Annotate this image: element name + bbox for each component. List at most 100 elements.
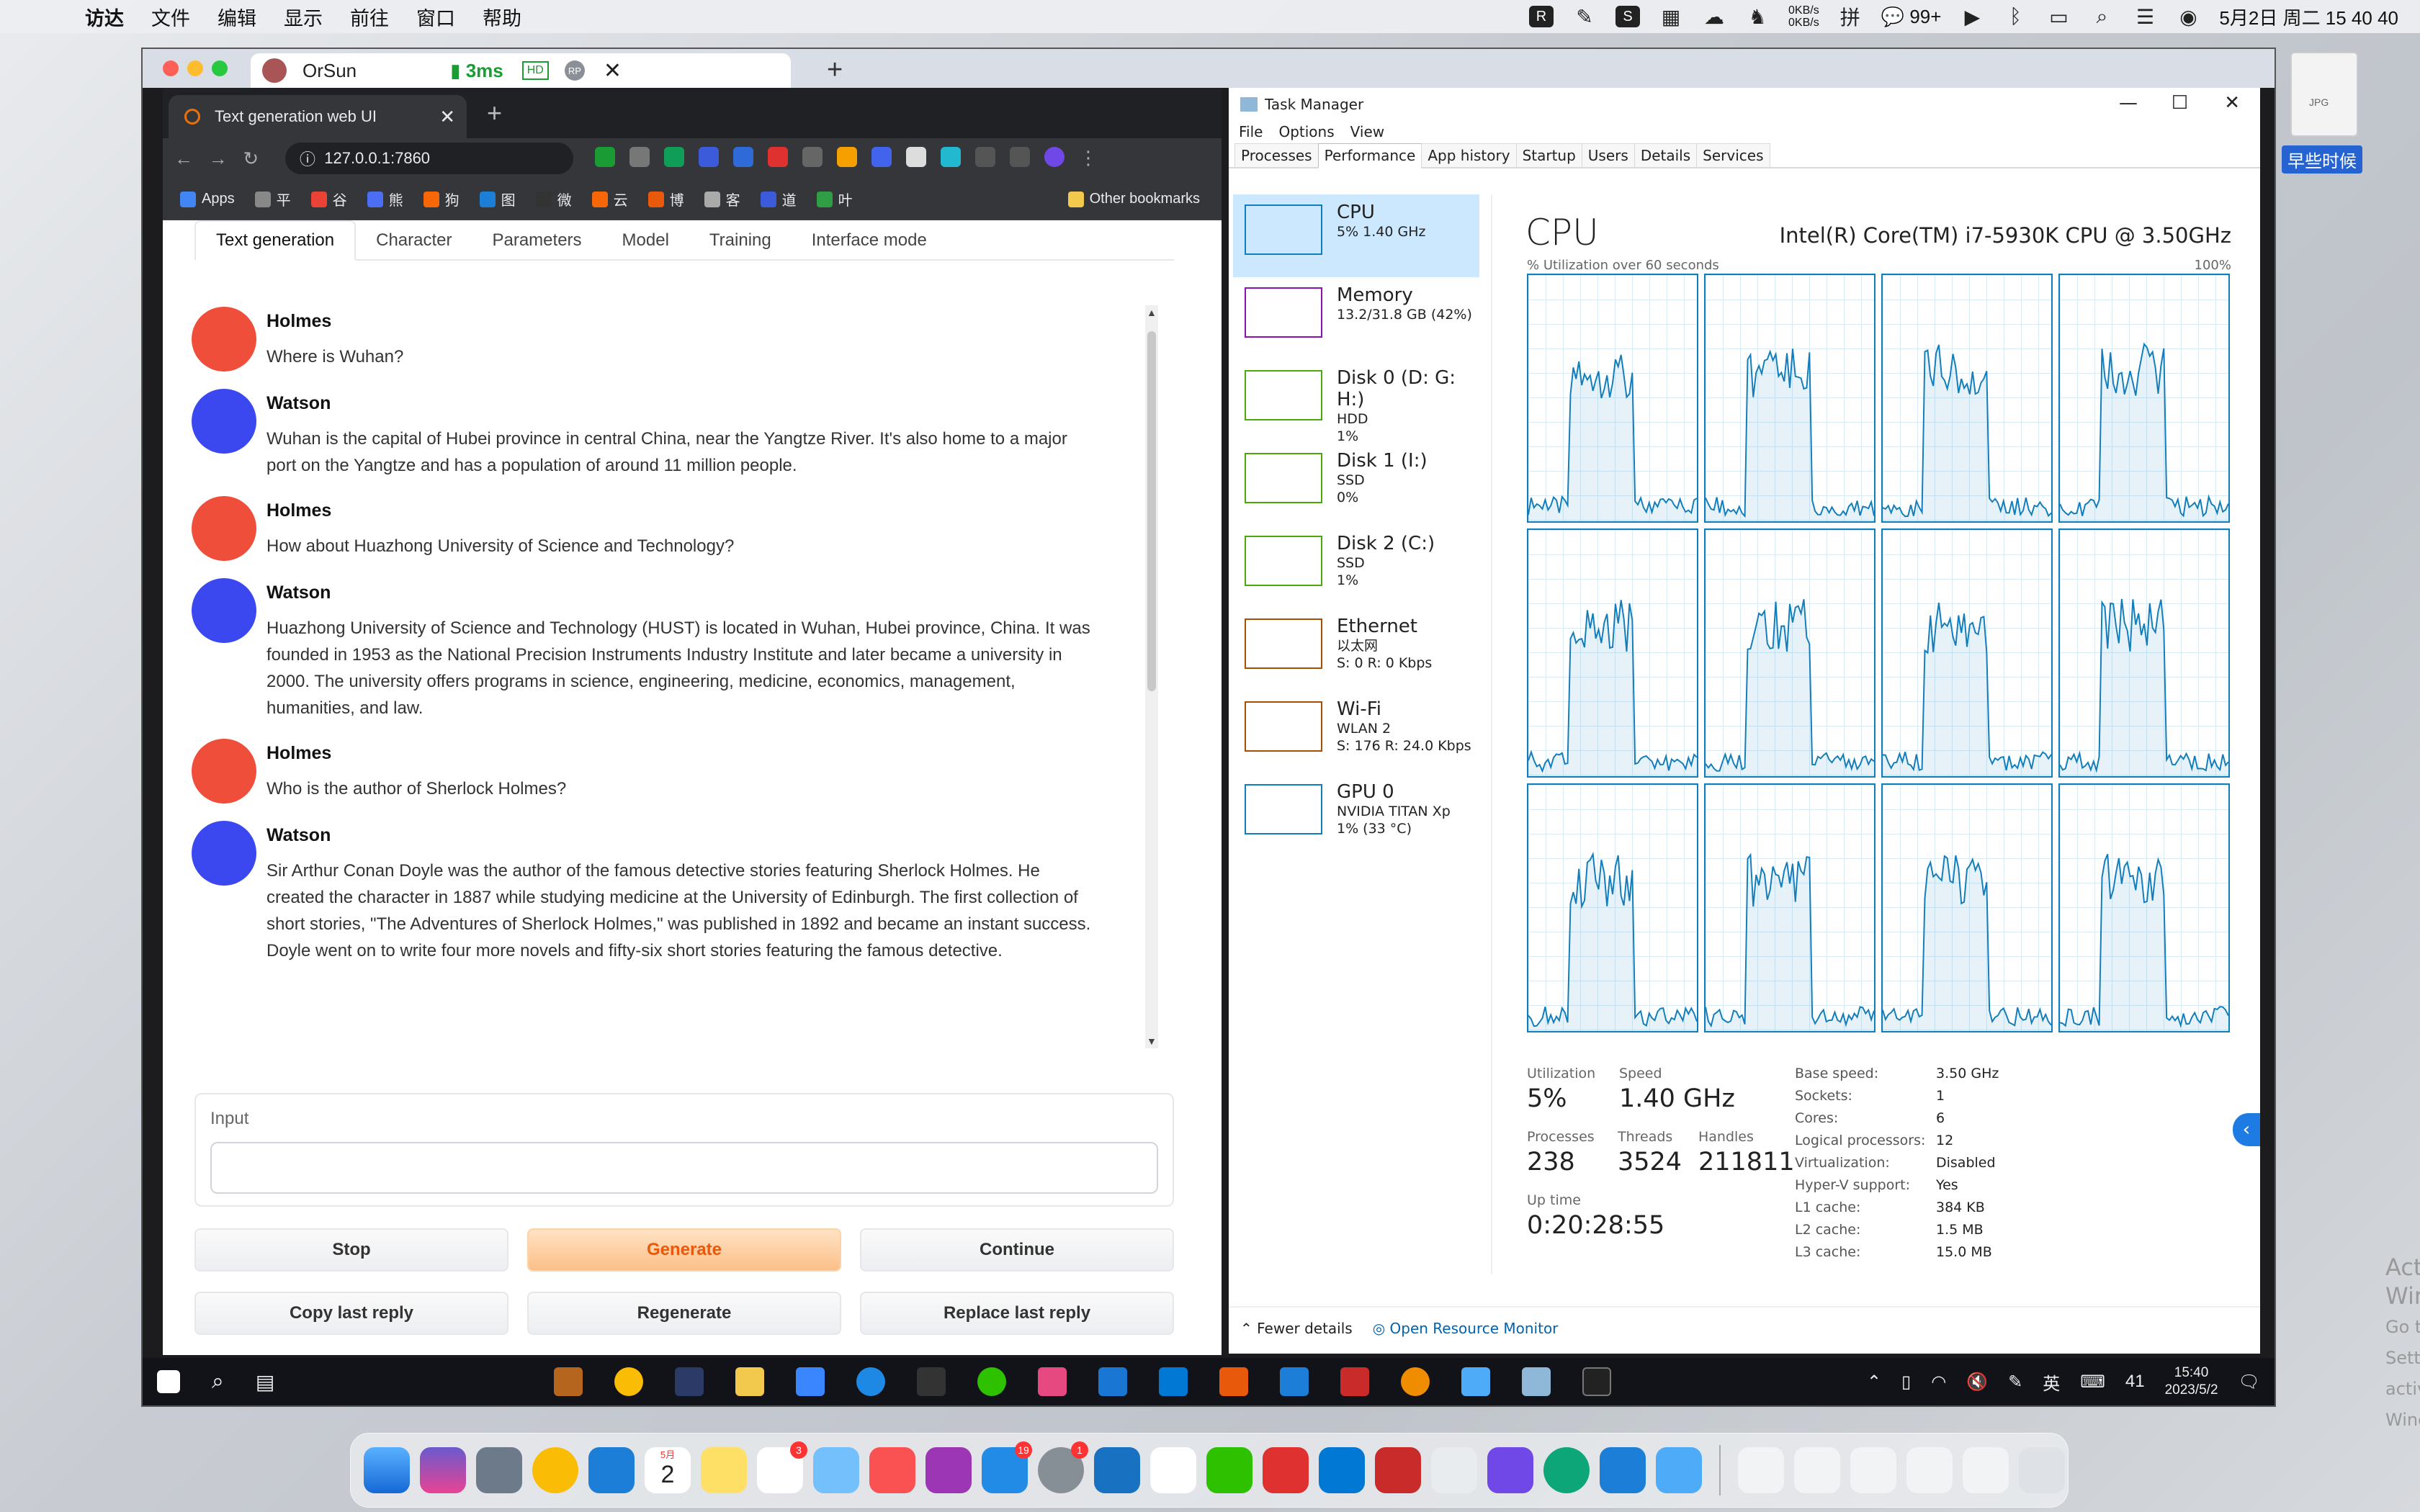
close-icon[interactable]: ✕ bbox=[2224, 92, 2240, 114]
info-icon[interactable]: ⓘ bbox=[300, 147, 324, 170]
extension-icon[interactable] bbox=[664, 147, 684, 167]
search-app-icon[interactable] bbox=[1401, 1367, 1430, 1396]
other-bookmarks[interactable]: Other bookmarks bbox=[1067, 191, 1200, 207]
bookmark-item[interactable]: 狗 bbox=[423, 189, 460, 210]
control-center-icon[interactable]: ☰ bbox=[2133, 6, 2157, 28]
siri-icon[interactable]: ◉ bbox=[2176, 6, 2200, 28]
profile-icon[interactable] bbox=[1044, 147, 1065, 167]
qq-icon[interactable] bbox=[1150, 1447, 1196, 1493]
wechat-menubar[interactable]: 💬 99+ bbox=[1881, 6, 1942, 28]
chat-history[interactable]: Holmes Where is Wuhan? Watson Wuhan is the … bbox=[192, 307, 1157, 1056]
app-store-icon[interactable]: 19 bbox=[982, 1441, 1032, 1493]
s-app-icon[interactable]: S bbox=[1615, 6, 1641, 27]
minimize-window-icon[interactable] bbox=[187, 60, 203, 76]
menu-help[interactable]: 帮助 bbox=[483, 3, 521, 31]
chrome-icon[interactable] bbox=[614, 1367, 644, 1396]
bookmark-item[interactable]: 客 bbox=[704, 189, 740, 210]
bookmark-item[interactable]: 谷 bbox=[310, 189, 347, 210]
battery-icon[interactable]: ▭ bbox=[2046, 6, 2071, 28]
extension-icon[interactable] bbox=[733, 147, 753, 167]
taskbar-clock[interactable]: 15:40 2023/5/2 bbox=[2165, 1364, 2218, 1399]
maps-icon[interactable] bbox=[813, 1447, 859, 1493]
matlab-icon[interactable] bbox=[1219, 1367, 1249, 1396]
notifications-icon[interactable]: 🗨 bbox=[2238, 1372, 2260, 1392]
cloud-icon[interactable]: ☁ bbox=[1702, 6, 1726, 28]
tab-interface-mode[interactable]: Interface mode bbox=[792, 220, 947, 261]
menu-window[interactable]: 窗口 bbox=[416, 3, 455, 31]
remote-desktop-icon[interactable] bbox=[1656, 1447, 1702, 1493]
document-icon[interactable] bbox=[1794, 1447, 1840, 1493]
music-icon[interactable] bbox=[869, 1447, 915, 1493]
finder-icon[interactable] bbox=[364, 1447, 410, 1493]
podcasts-icon[interactable] bbox=[926, 1447, 972, 1493]
bookmark-item[interactable]: 云 bbox=[591, 189, 628, 210]
app-icon[interactable] bbox=[675, 1367, 704, 1396]
scrollbar-thumb[interactable] bbox=[1147, 331, 1156, 691]
remote-session-tab[interactable]: OrSun ▮ 3ms HD RP ✕ bbox=[251, 53, 791, 88]
obsidian-icon[interactable] bbox=[1487, 1447, 1533, 1493]
extension-icon[interactable] bbox=[871, 147, 892, 167]
bookmark-item[interactable]: 博 bbox=[647, 189, 684, 210]
bookmark-item[interactable]: 道 bbox=[760, 189, 797, 210]
document-icon[interactable] bbox=[1850, 1447, 1896, 1493]
wechat-icon[interactable] bbox=[1206, 1447, 1252, 1493]
perf-item-memory[interactable]: Memory 13.2/31.8 GB (42%) bbox=[1233, 277, 1479, 360]
maximize-window-icon[interactable] bbox=[212, 60, 228, 76]
calendar-icon[interactable]: 5月 2 bbox=[645, 1447, 691, 1493]
task-manager-taskbar-icon[interactable] bbox=[1522, 1367, 1551, 1396]
wechat-icon[interactable] bbox=[977, 1367, 1007, 1396]
app-icon[interactable] bbox=[1461, 1367, 1491, 1396]
tab-services[interactable]: Services bbox=[1696, 143, 1770, 167]
store-icon[interactable] bbox=[796, 1367, 825, 1396]
file-explorer-icon[interactable] bbox=[735, 1367, 765, 1396]
perf-item-disk-1-i[interactable]: Disk 1 (I:) SSD 0% bbox=[1233, 443, 1479, 526]
minimize-icon[interactable]: — bbox=[2119, 92, 2138, 114]
layout-icon[interactable]: ▦ bbox=[1659, 6, 1683, 28]
chat-scrollbar[interactable]: ▲ ▼ bbox=[1145, 305, 1158, 1048]
document-icon[interactable] bbox=[1738, 1447, 1784, 1493]
dictionary-icon[interactable] bbox=[1094, 1447, 1140, 1493]
extension-icon[interactable] bbox=[941, 147, 961, 167]
menu-app-name[interactable]: 访达 bbox=[85, 3, 124, 31]
back-icon[interactable]: ← bbox=[174, 148, 193, 170]
perf-item-gpu-0[interactable]: GPU 0 NVIDIA TITAN Xp 1% (33 °C) bbox=[1233, 774, 1479, 857]
bookmark-item[interactable]: 平 bbox=[254, 189, 291, 210]
reload-icon[interactable]: ↻ bbox=[243, 148, 259, 170]
qq-icon[interactable] bbox=[917, 1367, 946, 1396]
chrome-icon[interactable] bbox=[532, 1447, 578, 1493]
tab-processes[interactable]: Processes bbox=[1234, 143, 1319, 167]
input-method-icon[interactable]: 拼 bbox=[1838, 6, 1863, 29]
regenerate-button[interactable]: Regenerate bbox=[527, 1292, 841, 1335]
system-settings-icon[interactable]: 1 bbox=[1038, 1441, 1088, 1493]
menu-file[interactable]: 文件 bbox=[151, 3, 190, 31]
wifi-icon[interactable]: ◠ bbox=[1931, 1372, 1946, 1392]
fewer-details-button[interactable]: ⌃ Fewer details bbox=[1240, 1320, 1353, 1337]
vscode-icon[interactable] bbox=[1319, 1447, 1365, 1493]
perf-item-cpu[interactable]: CPU 5% 1.40 GHz bbox=[1233, 194, 1479, 277]
vscode-icon[interactable] bbox=[1159, 1367, 1188, 1396]
app-icon[interactable] bbox=[1340, 1367, 1370, 1396]
keyboard-icon[interactable]: ⌨ bbox=[2080, 1372, 2105, 1392]
forward-icon[interactable]: → bbox=[209, 148, 228, 170]
bookmark-apps[interactable]: Apps bbox=[180, 191, 235, 207]
edge-icon[interactable] bbox=[1543, 1447, 1590, 1493]
play-icon[interactable]: ▶ bbox=[1960, 6, 1984, 28]
close-window-icon[interactable] bbox=[163, 60, 179, 76]
browser-tab[interactable]: Text generation web UI ✕ bbox=[169, 95, 467, 138]
address-bar[interactable]: ⓘ 127.0.0.1:7860 bbox=[285, 143, 573, 174]
menubar-clock[interactable]: 5月2日 周二 15 40 40 bbox=[2219, 4, 2398, 30]
app-icon[interactable] bbox=[1280, 1367, 1309, 1396]
taskbar-search-box[interactable] bbox=[306, 1367, 522, 1396]
photos-icon[interactable] bbox=[1098, 1367, 1128, 1396]
extension-icon[interactable] bbox=[837, 147, 857, 167]
new-tab-icon[interactable]: + bbox=[827, 55, 843, 86]
close-tab-icon[interactable]: ✕ bbox=[439, 106, 455, 128]
menu-view[interactable]: 显示 bbox=[284, 3, 323, 31]
task-view-icon[interactable]: ▤ bbox=[256, 1370, 274, 1394]
pin-icon[interactable]: ✎ bbox=[1572, 6, 1597, 28]
bookmark-item[interactable]: 微 bbox=[535, 189, 572, 210]
lark-icon[interactable] bbox=[1600, 1447, 1646, 1493]
more-menu-icon[interactable]: ⋮ bbox=[1079, 147, 1098, 169]
tab-startup[interactable]: Startup bbox=[1515, 143, 1582, 167]
device-icon[interactable]: ▯ bbox=[1901, 1372, 1911, 1392]
